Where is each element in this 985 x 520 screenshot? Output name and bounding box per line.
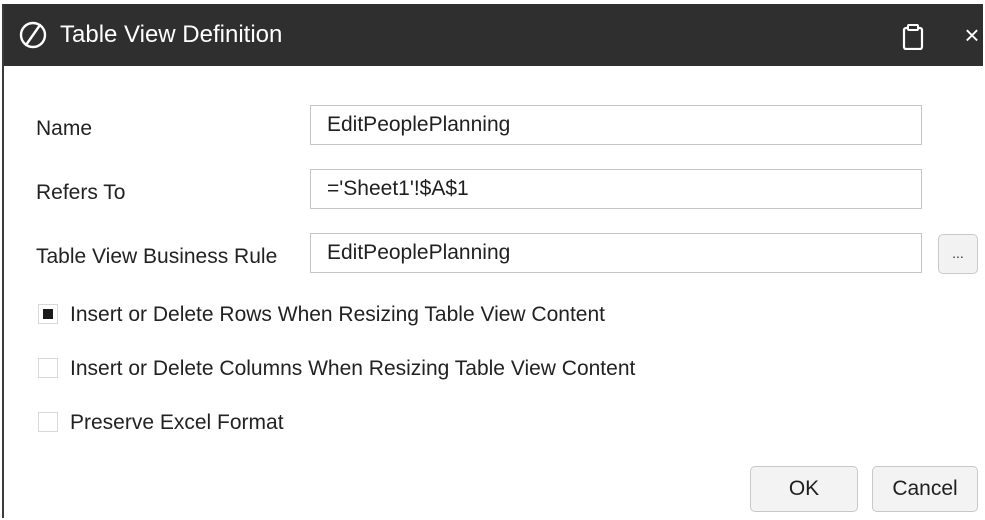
table-view-definition-dialog: Table View Definition × Name Refers To T… bbox=[2, 4, 983, 518]
columns-checkbox-label: Insert or Delete Columns When Resizing T… bbox=[70, 357, 636, 380]
rows-checkbox[interactable] bbox=[38, 304, 58, 324]
preserve-format-checkbox[interactable] bbox=[38, 412, 58, 432]
dialog-titlebar: Table View Definition × bbox=[4, 4, 983, 66]
refers-to-input[interactable] bbox=[310, 169, 922, 209]
preserve-format-checkbox-label: Preserve Excel Format bbox=[70, 411, 284, 434]
close-icon[interactable]: × bbox=[960, 22, 984, 48]
cancel-button[interactable]: Cancel bbox=[872, 466, 978, 512]
refers-to-label: Refers To bbox=[36, 181, 126, 204]
browse-business-rule-button[interactable]: ... bbox=[938, 234, 978, 274]
columns-checkbox[interactable] bbox=[38, 358, 58, 378]
name-input[interactable] bbox=[310, 105, 922, 145]
ok-button[interactable]: OK bbox=[750, 466, 858, 512]
business-rule-label: Table View Business Rule bbox=[36, 245, 278, 268]
rows-checkbox-label: Insert or Delete Rows When Resizing Tabl… bbox=[70, 303, 605, 326]
clipboard-icon[interactable] bbox=[900, 24, 926, 50]
oracle-smart-view-logo-icon bbox=[19, 21, 47, 49]
dialog-title: Table View Definition bbox=[60, 21, 283, 48]
name-label: Name bbox=[36, 117, 93, 140]
business-rule-input[interactable] bbox=[310, 233, 922, 273]
